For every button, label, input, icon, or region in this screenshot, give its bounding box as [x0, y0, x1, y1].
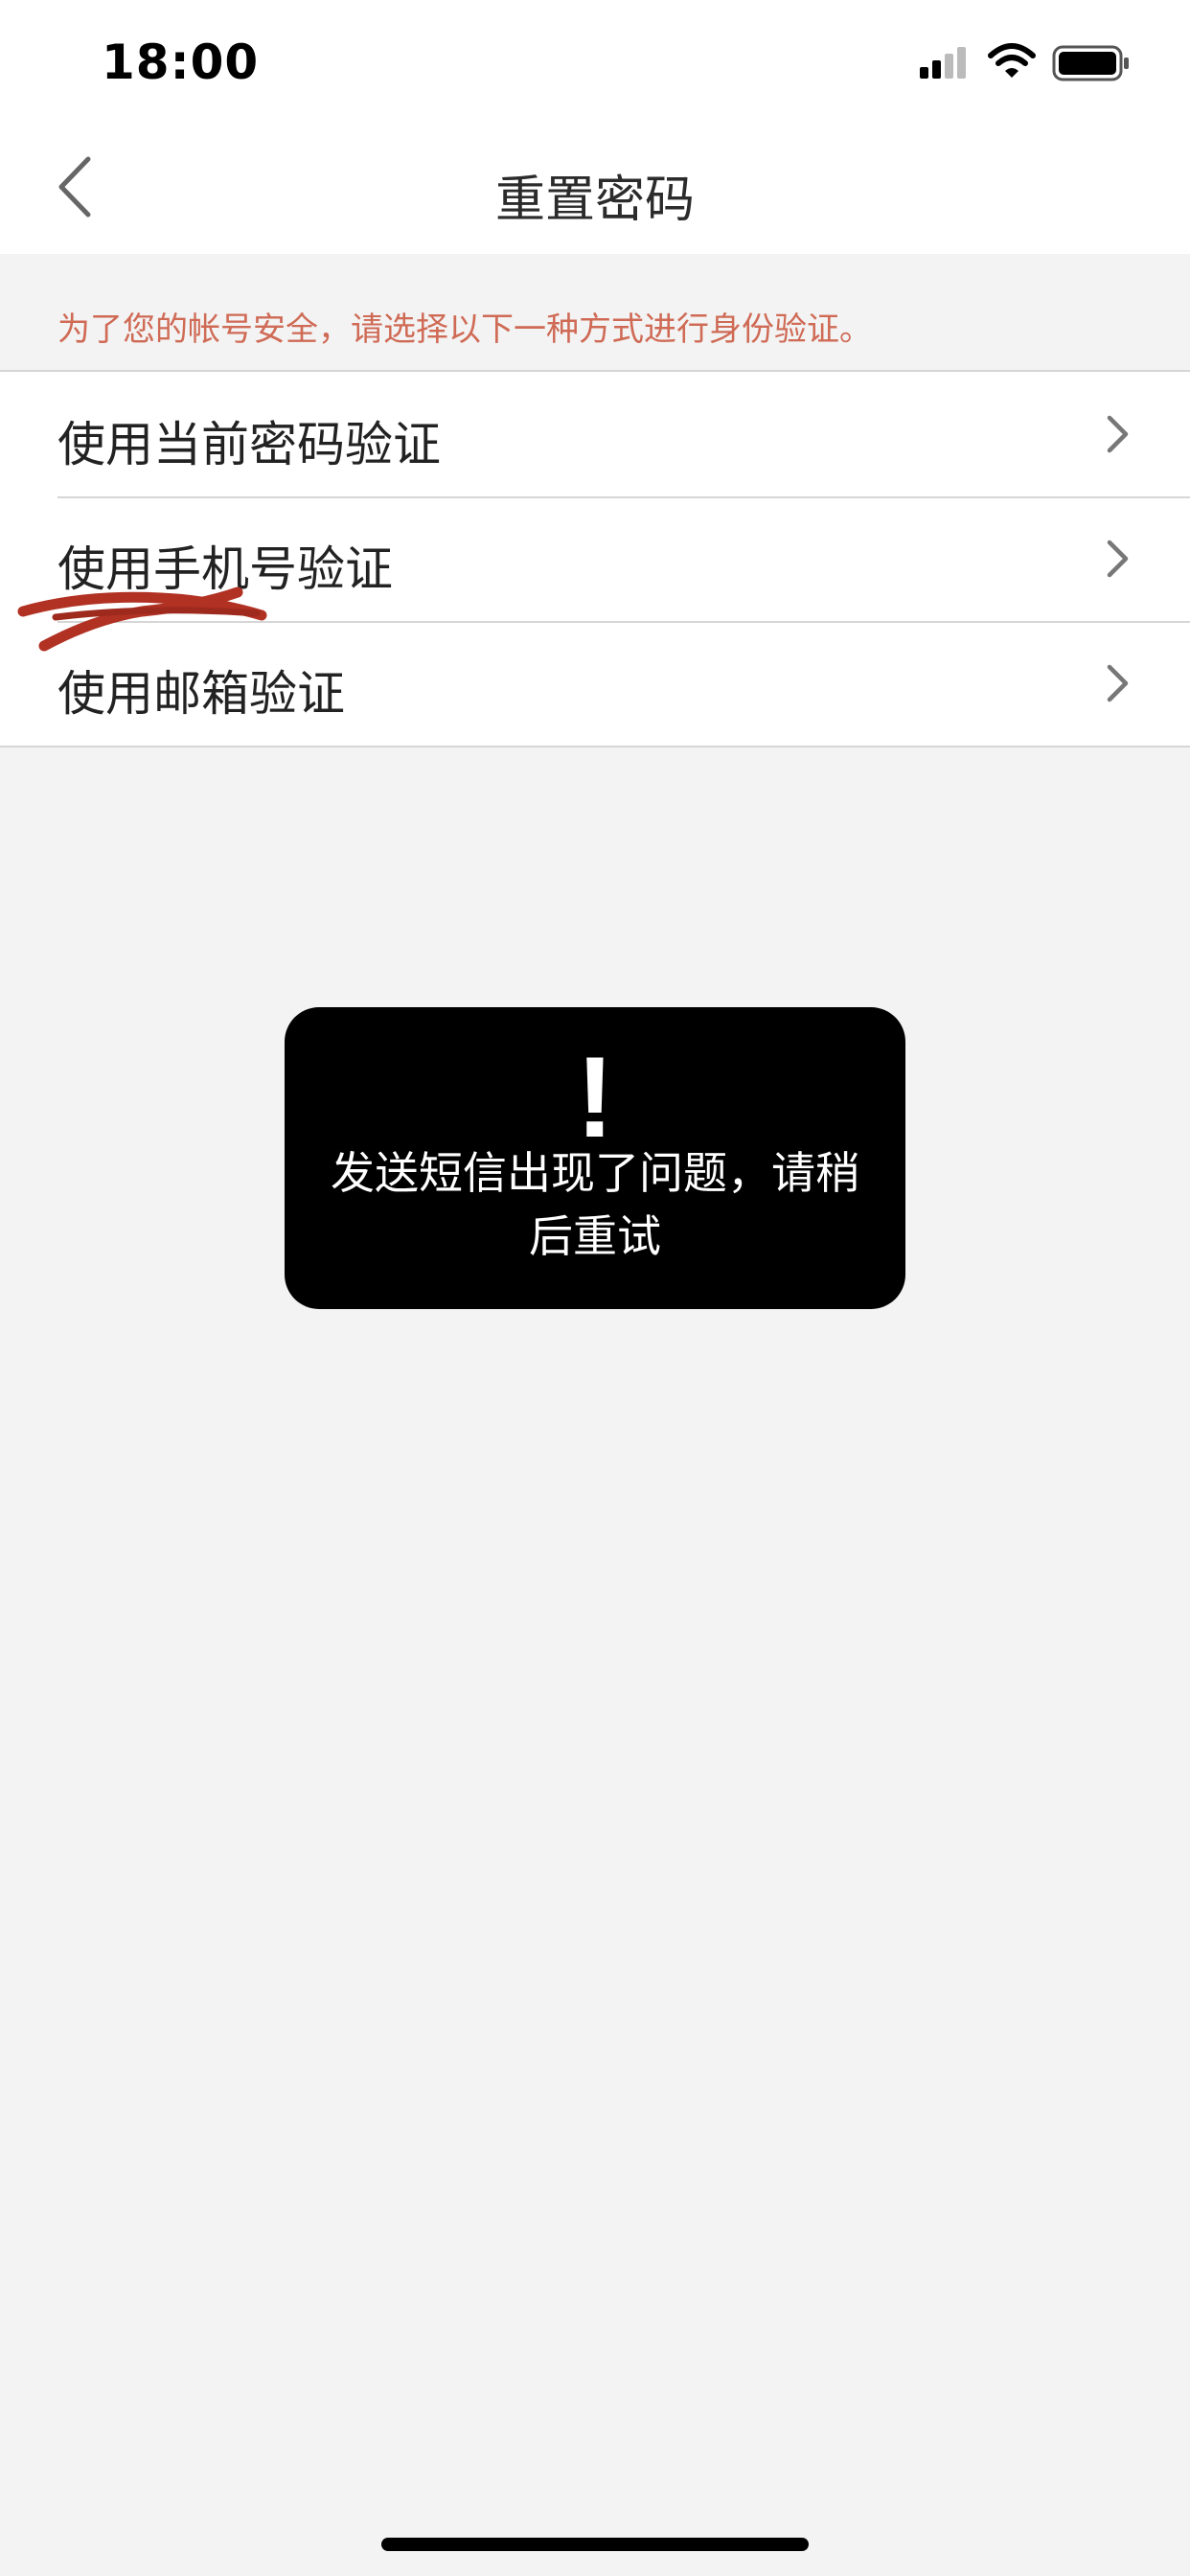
verification-hint: 为了您的帐号安全，请选择以下一种方式进行身份验证。 — [57, 310, 872, 349]
verification-options-list: 使用当前密码验证 使用手机号验证 使用邮箱验证 — [0, 370, 1190, 748]
status-time: 18:00 — [102, 34, 260, 90]
chevron-right-icon — [1107, 415, 1129, 453]
wifi-icon — [988, 43, 1036, 78]
option-label: 使用手机号验证 — [57, 541, 393, 597]
error-toast: ! 发送短信出现了问题，请稍后重试 — [285, 1007, 905, 1309]
signal-icon — [920, 47, 966, 79]
option-phone-number[interactable]: 使用手机号验证 — [0, 496, 1190, 621]
option-label: 使用邮箱验证 — [57, 666, 345, 722]
battery-icon — [1052, 45, 1129, 81]
status-bar: 18:00 — [0, 0, 1190, 125]
exclamation-icon: ! — [576, 1033, 614, 1162]
option-label: 使用当前密码验证 — [57, 417, 441, 472]
nav-bar: 重置密码 — [0, 125, 1190, 254]
page-title: 重置密码 — [494, 172, 695, 229]
option-current-password[interactable]: 使用当前密码验证 — [0, 372, 1190, 496]
home-indicator[interactable] — [381, 2538, 809, 2551]
chevron-right-icon — [1107, 664, 1129, 702]
chevron-right-icon — [1107, 540, 1129, 578]
toast-message: 发送短信出现了问题，请稍后重试 — [331, 1147, 859, 1262]
option-email[interactable]: 使用邮箱验证 — [0, 621, 1190, 746]
